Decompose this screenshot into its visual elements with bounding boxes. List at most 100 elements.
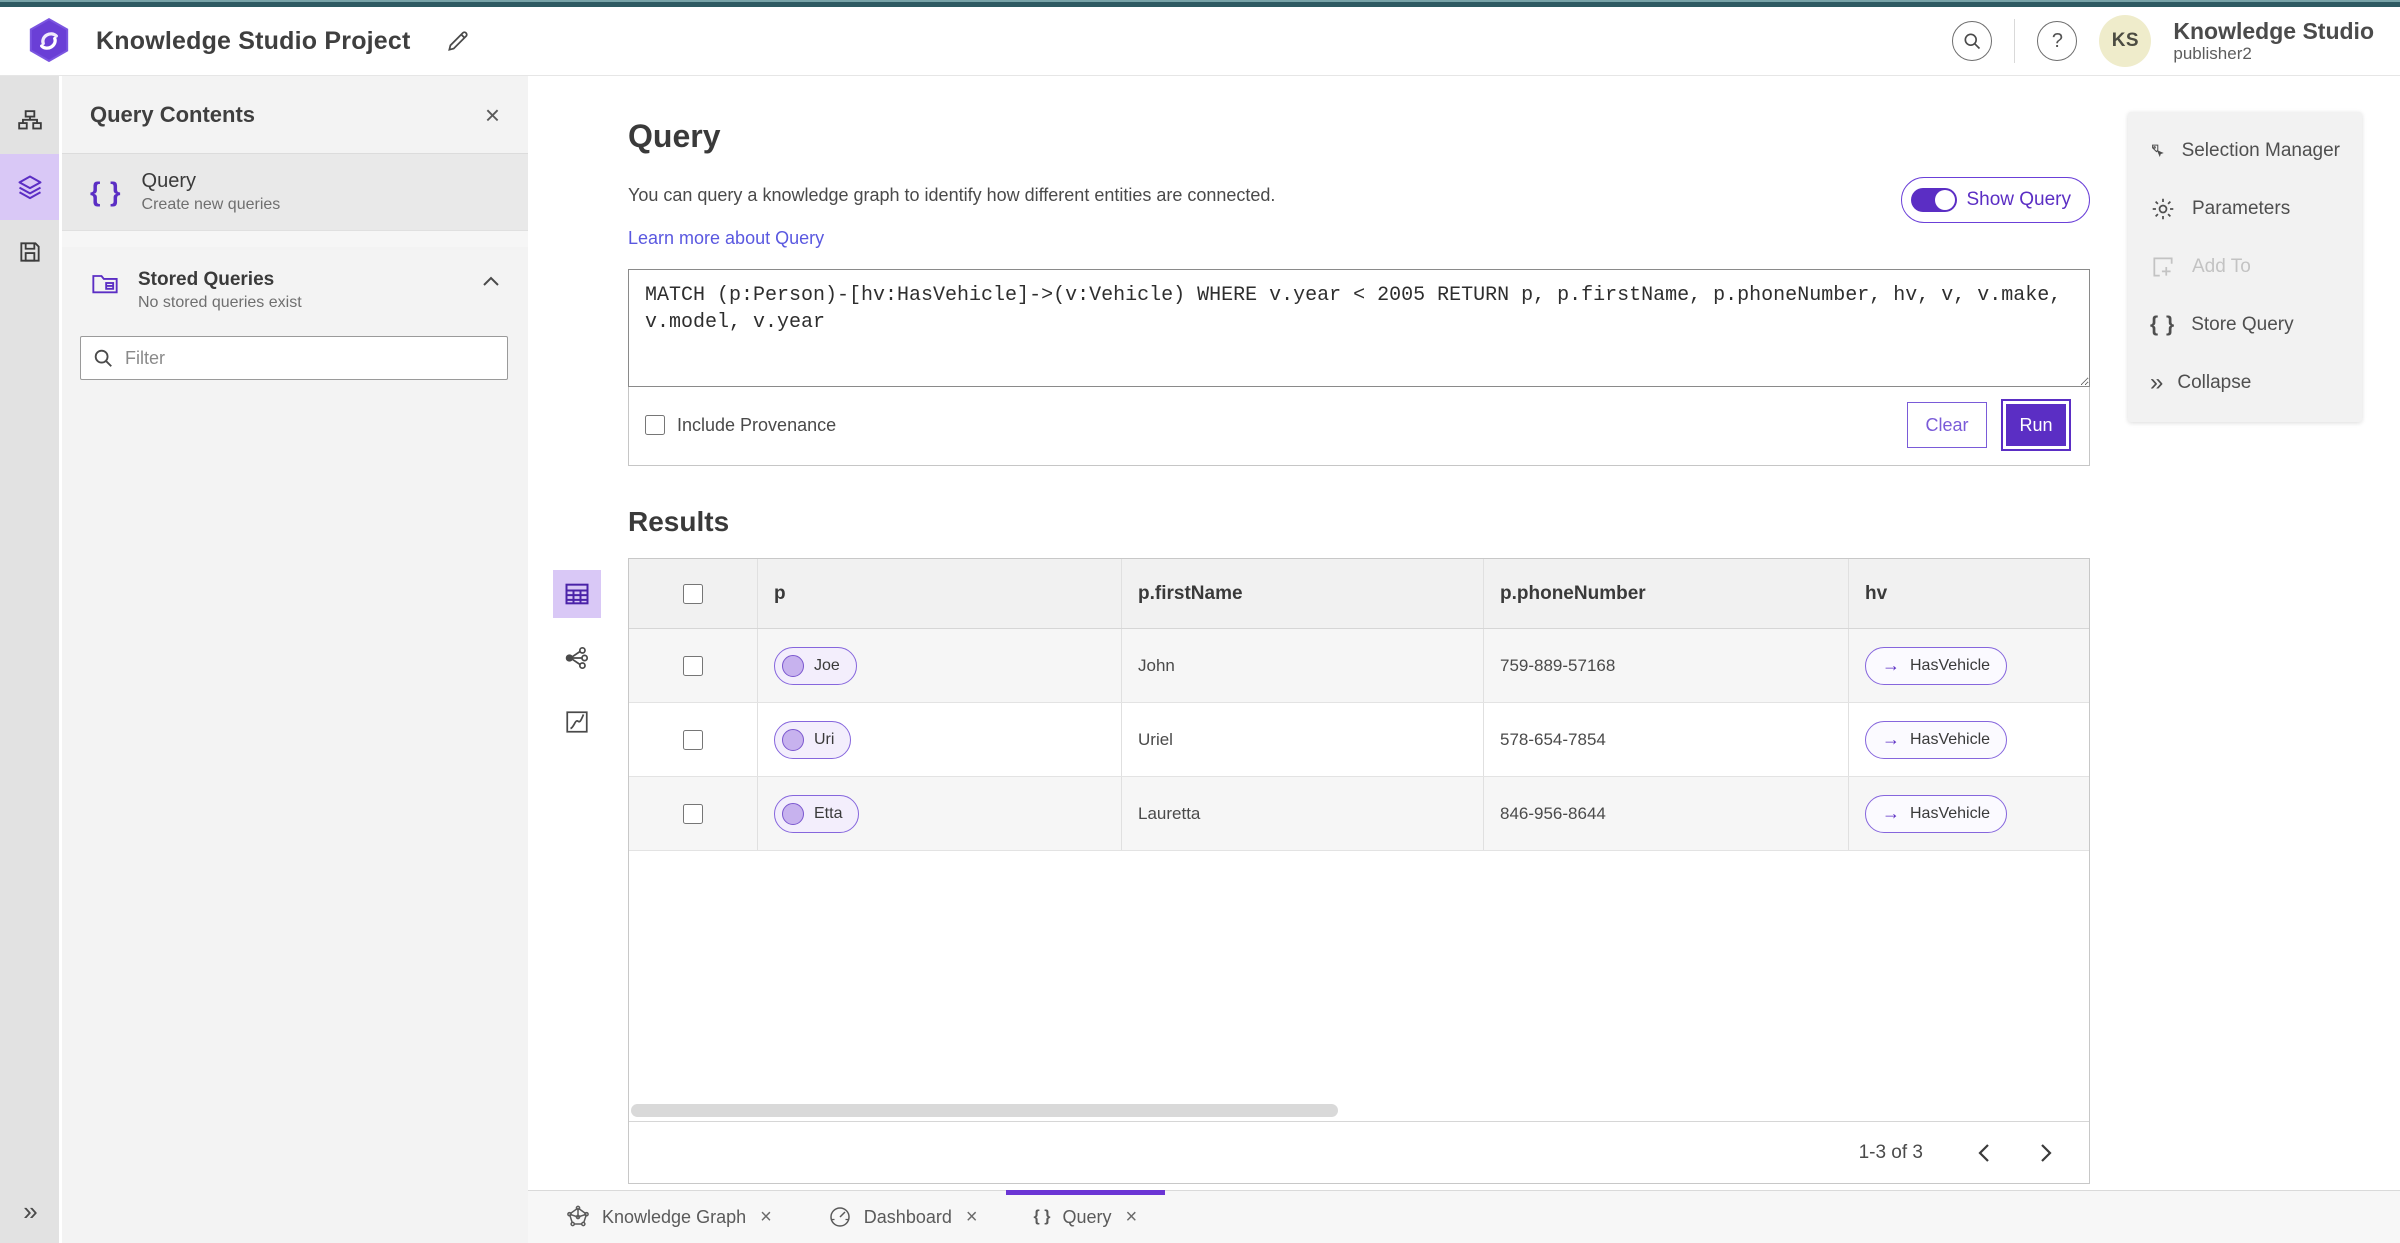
next-page-button[interactable] <box>2033 1137 2059 1169</box>
query-code-input[interactable]: MATCH (p:Person)-[hv:HasVehicle]->(v:Veh… <box>628 269 2090 387</box>
query-editor-card: MATCH (p:Person)-[hv:HasVehicle]->(v:Veh… <box>628 269 2090 466</box>
project-title: Knowledge Studio Project <box>96 26 411 55</box>
row-checkbox[interactable] <box>683 729 703 750</box>
show-query-label: Show Query <box>1966 189 2071 210</box>
rail-schema-button[interactable] <box>0 90 59 154</box>
store-query-button[interactable]: { } Store Query <box>2128 296 2362 354</box>
edge-label: HasVehicle <box>1910 804 1991 822</box>
edge-chip[interactable]: → HasVehicle <box>1865 646 2008 685</box>
braces-icon: { } <box>2150 313 2176 336</box>
node-chip[interactable]: Etta <box>774 794 860 833</box>
collapse-button[interactable]: » Collapse <box>2128 354 2362 412</box>
store-query-label: Store Query <box>2191 314 2294 335</box>
select-all-checkbox[interactable] <box>683 583 703 604</box>
close-tab-icon[interactable]: × <box>1125 1206 1137 1229</box>
tab-knowledge-graph[interactable]: Knowledge Graph × <box>538 1191 800 1243</box>
selection-manager-button[interactable]: Selection Manager <box>2128 122 2362 180</box>
close-panel-icon[interactable]: × <box>485 102 500 128</box>
edge-arrow-icon: → <box>1882 655 1900 675</box>
add-to-icon <box>2153 257 2173 277</box>
chevron-right-icon <box>2041 1143 2052 1162</box>
run-button[interactable]: Run <box>2001 399 2071 451</box>
edge-chip[interactable]: → HasVehicle <box>1865 720 2008 759</box>
column-header-phonenumber[interactable]: p.phoneNumber <box>1484 559 1849 628</box>
row-checkbox[interactable] <box>683 655 703 676</box>
previous-page-button[interactable] <box>1971 1137 1997 1169</box>
include-provenance-checkbox[interactable] <box>645 415 665 435</box>
sidebar-item-query[interactable]: { } Query Create new queries <box>62 154 528 231</box>
stored-queries-description: No stored queries exist <box>138 294 302 311</box>
filter-input[interactable] <box>80 336 508 380</box>
learn-more-link[interactable]: Learn more about Query <box>628 228 824 249</box>
edge-chip[interactable]: → HasVehicle <box>1865 794 2008 833</box>
close-tab-icon[interactable]: × <box>760 1206 772 1229</box>
table-row: Joe John 759-889-57168 → HasVehicle <box>629 629 2089 703</box>
chart-view-button[interactable] <box>553 698 601 746</box>
column-header-firstname[interactable]: p.firstName <box>1122 559 1484 628</box>
toggle-track <box>1911 188 1958 212</box>
node-label: Etta <box>814 804 843 822</box>
double-chevron-icon: » <box>2150 369 2163 396</box>
app-logo-icon <box>26 16 72 66</box>
user-role: publisher2 <box>2173 44 2252 64</box>
table-row: Uri Uriel 578-654-7854 → HasVehicle <box>629 703 2089 777</box>
add-to-label: Add To <box>2192 256 2251 277</box>
chart-icon <box>566 711 588 733</box>
folder-icon <box>92 275 118 294</box>
stored-queries-section[interactable]: Stored Queries No stored queries exist <box>62 247 528 322</box>
include-provenance-label: Include Provenance <box>677 414 837 435</box>
table-empty-area <box>629 851 2089 1104</box>
sidebar-header: Query Contents × <box>62 76 528 154</box>
top-bar-actions: ? KS Knowledge Studio publisher2 <box>1952 15 2374 67</box>
network-icon <box>565 646 589 670</box>
tab-label: Knowledge Graph <box>602 1206 747 1227</box>
table-view-button[interactable] <box>553 570 601 618</box>
show-query-toggle[interactable]: Show Query <box>1901 177 2090 223</box>
column-header-p[interactable]: p <box>758 559 1122 628</box>
edit-title-icon[interactable] <box>445 28 471 54</box>
help-button[interactable]: ? <box>2037 21 2078 61</box>
node-chip[interactable]: Uri <box>774 720 852 759</box>
table-header-row: p p.firstName p.phoneNumber hv <box>629 559 2089 629</box>
graph-view-button[interactable] <box>553 634 601 682</box>
expand-panel-button[interactable]: » <box>0 1189 59 1233</box>
row-checkbox[interactable] <box>683 803 703 824</box>
search-button[interactable] <box>1952 21 1993 61</box>
column-header-hv[interactable]: hv <box>1849 559 2089 628</box>
chevron-up-icon[interactable] <box>482 275 500 287</box>
top-accent-bar <box>0 0 2400 7</box>
tab-query[interactable]: { } Query × <box>1005 1190 1166 1243</box>
braces-icon: { } <box>90 176 122 207</box>
user-info: Knowledge Studio publisher2 <box>2173 18 2374 64</box>
tab-dashboard[interactable]: Dashboard × <box>800 1191 1006 1243</box>
rail-save-button[interactable] <box>0 220 59 284</box>
filter-field <box>80 336 508 380</box>
node-dot-icon <box>782 654 804 677</box>
toggle-knob <box>1935 190 1956 210</box>
top-bar: Knowledge Studio Project ? KS Knowledge … <box>0 7 2400 76</box>
rail-layers-button[interactable] <box>0 154 59 220</box>
main-area: Query You can query a knowledge graph to… <box>528 76 2400 1190</box>
scrollbar-thumb[interactable] <box>631 1104 1338 1117</box>
edge-arrow-icon: → <box>1882 729 1900 749</box>
dashboard-icon <box>830 1207 850 1227</box>
table-icon <box>565 583 589 605</box>
search-icon <box>94 349 112 367</box>
tab-label: Query <box>1062 1206 1112 1227</box>
results-title: Results <box>628 506 730 537</box>
table-pagination: 1-3 of 3 <box>629 1121 2089 1183</box>
edge-label: HasVehicle <box>1910 730 1991 748</box>
add-to-button: Add To <box>2128 238 2362 296</box>
avatar[interactable]: KS <box>2099 15 2152 67</box>
sidebar-title: Query Contents <box>90 101 256 127</box>
node-chip[interactable]: Joe <box>774 646 857 685</box>
query-description: You can query a knowledge graph to ident… <box>628 185 1276 205</box>
chevron-left-icon <box>1978 1143 1989 1162</box>
left-icon-rail: » <box>0 76 62 1243</box>
top-bar-divider <box>2014 19 2016 63</box>
selection-manager-icon <box>2152 144 2164 157</box>
cell-firstname: Lauretta <box>1122 777 1484 850</box>
close-tab-icon[interactable]: × <box>966 1206 978 1229</box>
parameters-button[interactable]: Parameters <box>2128 180 2362 238</box>
clear-button[interactable]: Clear <box>1907 402 1987 448</box>
